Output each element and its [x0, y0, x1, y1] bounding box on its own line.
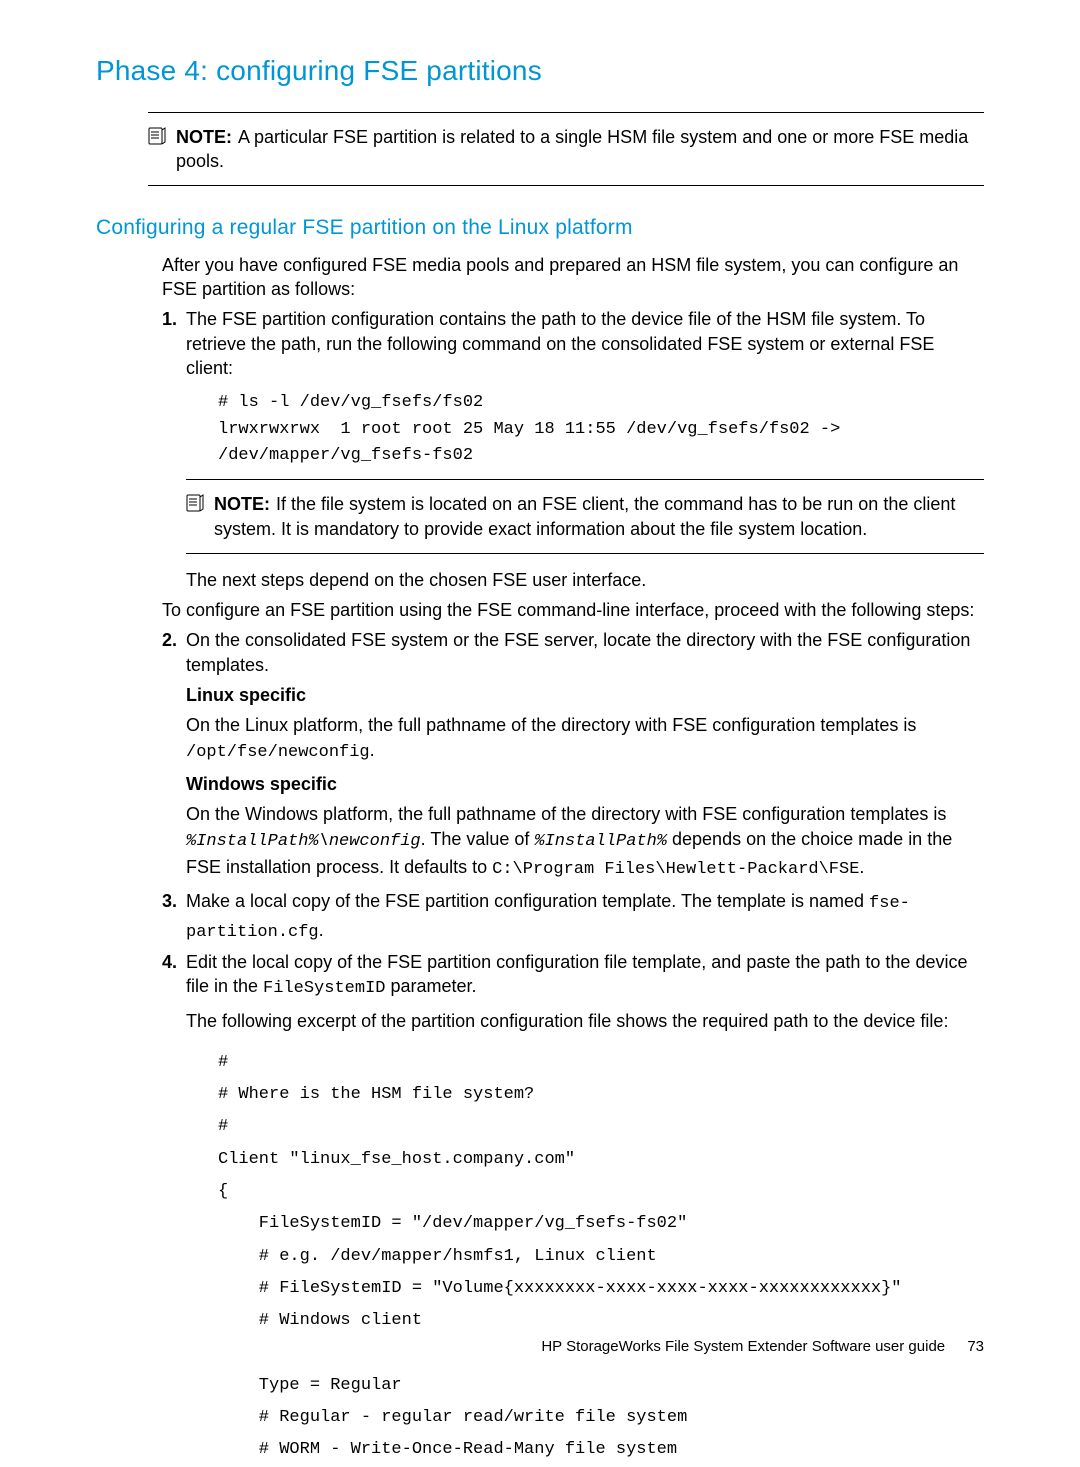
step-text: On the consolidated FSE system or the FS… [186, 630, 970, 674]
inline-code: %InstallPath% [534, 832, 667, 851]
inline-code: FileSystemID [263, 979, 385, 998]
body-text: The following excerpt of the partition c… [186, 1009, 984, 1033]
body-text: To configure an FSE partition using the … [162, 598, 984, 622]
list-item: 3. Make a local copy of the FSE partitio… [162, 889, 984, 946]
step-number: 3. [162, 889, 177, 913]
code-block: # ls -l /dev/vg_fsefs/fs02 lrwxrwxrwx 1 … [218, 390, 984, 469]
note-icon [148, 127, 168, 151]
divider [148, 112, 984, 113]
inline-code: %InstallPath%\newconfig [186, 832, 421, 851]
step-number: 1. [162, 307, 177, 331]
divider [186, 553, 984, 554]
sub-heading: Windows specific [186, 772, 984, 796]
step-text: Edit the local copy of the FSE partition… [186, 952, 967, 996]
inline-code: C:\Program Files\Hewlett-Packard\FSE [492, 860, 859, 879]
section-heading: Phase 4: configuring FSE partitions [96, 52, 984, 90]
note-label: NOTE: [176, 127, 232, 147]
divider [186, 479, 984, 480]
subsection-heading: Configuring a regular FSE partition on t… [96, 214, 984, 242]
code-block: # # Where is the HSM file system? # Clie… [218, 1047, 984, 1467]
step-number: 4. [162, 950, 177, 974]
note-icon [186, 494, 206, 518]
note-text: A particular FSE partition is related to… [176, 127, 968, 171]
note-text: If the file system is located on an FSE … [214, 494, 955, 538]
step-text: The FSE partition configuration contains… [186, 309, 934, 378]
inline-code: /opt/fse/newconfig [186, 743, 370, 762]
body-text: The next steps depend on the chosen FSE … [186, 568, 984, 592]
body-text: On the Windows platform, the full pathna… [186, 802, 984, 883]
list-item: 1. The FSE partition configuration conta… [162, 307, 984, 592]
page-number: 73 [967, 1338, 984, 1355]
step-text: Make a local copy of the FSE partition c… [186, 891, 910, 939]
note-block: NOTE:A particular FSE partition is relat… [148, 121, 984, 178]
list-item: 4. Edit the local copy of the FSE partit… [162, 950, 984, 1467]
body-text: On the Linux platform, the full pathname… [186, 713, 984, 766]
note-block: NOTE:If the file system is located on an… [186, 488, 984, 545]
body-text: After you have configured FSE media pool… [162, 253, 984, 302]
sub-heading: Linux specific [186, 683, 984, 707]
page-footer: HP StorageWorks File System Extender Sof… [541, 1337, 984, 1357]
footer-title: HP StorageWorks File System Extender Sof… [541, 1338, 945, 1355]
step-number: 2. [162, 628, 177, 652]
list-item: 2. On the consolidated FSE system or the… [162, 628, 984, 883]
note-label: NOTE: [214, 494, 270, 514]
divider [148, 185, 984, 186]
